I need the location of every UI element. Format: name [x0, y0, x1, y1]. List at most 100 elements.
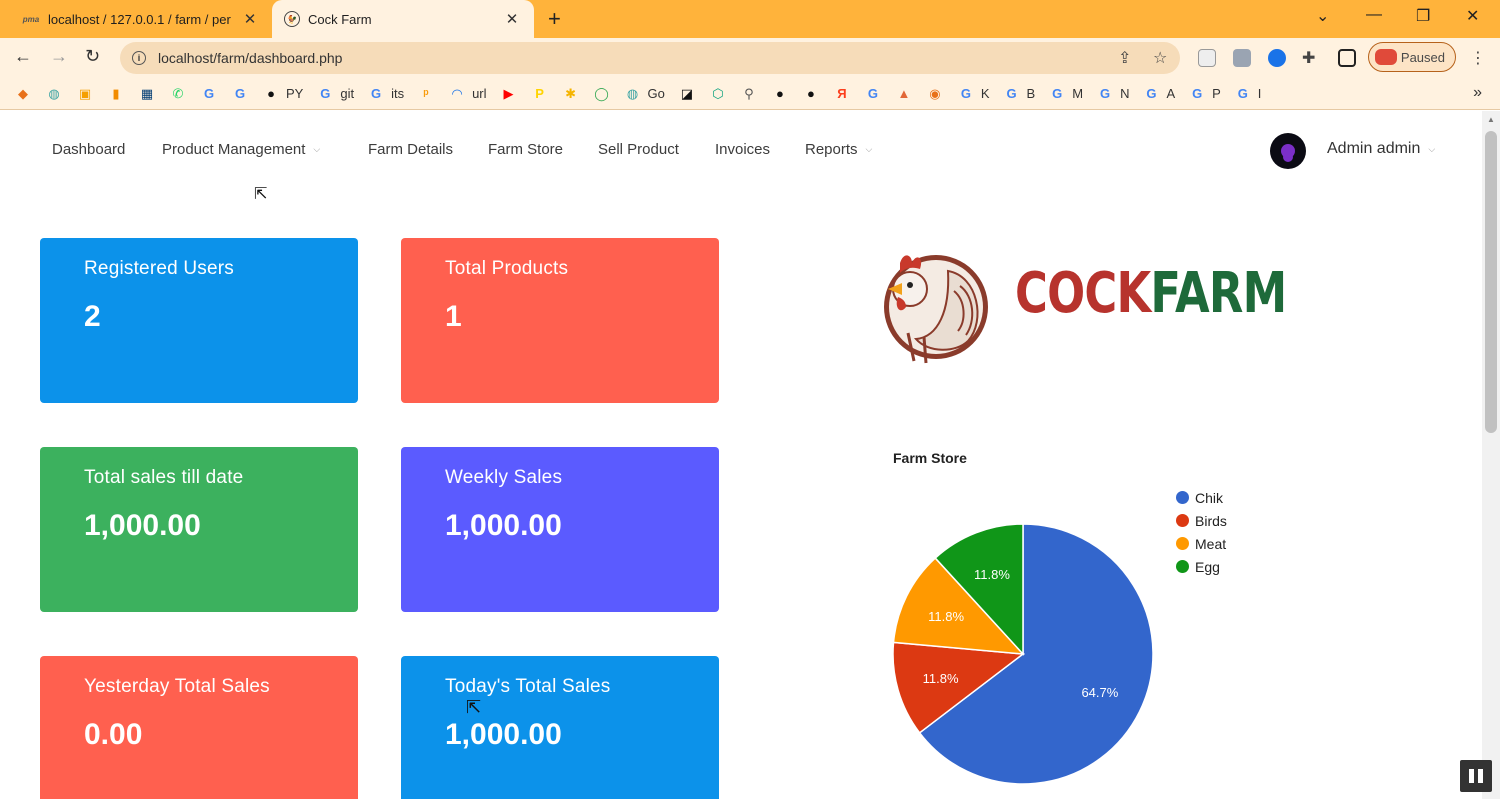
bookmark-item[interactable]: Gits	[367, 85, 404, 103]
stat-card-weekly-sales[interactable]: Weekly Sales 1,000.00	[401, 447, 719, 612]
legend-swatch	[1176, 491, 1189, 504]
image-extension-icon[interactable]	[1233, 49, 1251, 67]
stat-card-registered-users[interactable]: Registered Users 2	[40, 238, 358, 403]
bookmark-item[interactable]: ◠ url	[448, 85, 486, 103]
youtube-icon: ▶	[503, 85, 514, 101]
close-window-button[interactable]: ✕	[1466, 6, 1479, 26]
bookmark-item[interactable]: Ggit	[316, 85, 354, 103]
bookmark-item[interactable]: ●	[771, 85, 789, 103]
info-icon[interactable]: i	[132, 51, 146, 65]
nav-item-product-management[interactable]: Product Management ⌵	[162, 141, 320, 158]
bookmark-item[interactable]: GM	[1048, 85, 1083, 103]
nav-item-dashboard[interactable]: Dashboard	[52, 141, 125, 158]
nav-item-label: Sell Product	[598, 141, 679, 158]
panda-extension-icon[interactable]	[1198, 49, 1216, 67]
close-icon[interactable]: ✕	[502, 10, 522, 28]
minimize-button[interactable]: —	[1366, 6, 1382, 24]
bookmark-item[interactable]: ●	[802, 85, 820, 103]
profile-paused-button[interactable]: Paused	[1368, 42, 1456, 72]
nav-item-reports[interactable]: Reports ⌵	[805, 141, 872, 158]
url-field[interactable]: i localhost/farm/dashboard.php	[120, 42, 1180, 74]
bookmark-item[interactable]: P	[531, 85, 549, 103]
stat-card-total-products[interactable]: Total Products 1	[401, 238, 719, 403]
stat-card-value: 1,000.00	[445, 509, 562, 542]
bookmark-item[interactable]: ▲	[895, 85, 913, 103]
extensions-puzzle-icon[interactable]: ✚	[1302, 48, 1315, 68]
bookmark-item[interactable]: ⬡	[709, 85, 727, 103]
nav-item-label: Dashboard	[52, 141, 126, 158]
scroll-up-icon[interactable]: ▲	[1487, 115, 1495, 124]
pie-chart[interactable]: 64.7% 11.8% 11.8% 11.8%	[880, 396, 1170, 796]
chart-legend: Chik Birds Meat Egg	[1176, 486, 1227, 578]
stat-card-total-sales-till-date[interactable]: Total sales till date 1,000.00	[40, 447, 358, 612]
bookmark-item[interactable]: G	[864, 85, 882, 103]
bookmark-item[interactable]: ᵖ	[417, 85, 435, 103]
back-button[interactable]: ←	[14, 46, 32, 67]
b-extension-icon[interactable]	[1268, 49, 1286, 67]
pause-button[interactable]	[1460, 760, 1492, 792]
nav-item-invoices[interactable]: Invoices	[715, 141, 770, 158]
bookmarks-overflow-icon[interactable]: »	[1473, 84, 1482, 102]
legend-label: Meat	[1195, 535, 1227, 552]
bookmark-item[interactable]: ▶	[500, 85, 518, 103]
menu-kebab-icon[interactable]: ⋮	[1470, 48, 1486, 68]
nav-item-farm-store[interactable]: Farm Store	[488, 141, 563, 158]
nav-item-sell-product[interactable]: Sell Product	[598, 141, 679, 158]
nav-item-farm-details[interactable]: Farm Details	[368, 141, 453, 158]
scrollbar-thumb[interactable]	[1485, 131, 1497, 433]
ieee-icon: ▦	[140, 85, 154, 101]
bookmark-item[interactable]: ✱	[562, 85, 580, 103]
legend-item[interactable]: Meat	[1176, 532, 1227, 555]
reload-button[interactable]: ↻	[85, 46, 100, 67]
forward-button[interactable]: →	[50, 46, 68, 67]
bookmark-item[interactable]: ▮	[107, 85, 125, 103]
google-icon: G	[320, 86, 331, 101]
admin-name-label: Admin admin	[1327, 140, 1421, 157]
legend-item[interactable]: Egg	[1176, 555, 1227, 578]
legend-swatch	[1176, 514, 1189, 527]
avatar[interactable]	[1270, 133, 1306, 169]
tab-cock-farm[interactable]: 🐓 Cock Farm ✕	[272, 0, 534, 38]
bookmark-item[interactable]: ◍	[45, 85, 63, 103]
bookmark-item[interactable]: G	[200, 85, 218, 103]
bookmark-item[interactable]: ◍ Go	[624, 85, 665, 103]
bookmark-item[interactable]: GB	[1003, 85, 1035, 103]
bookmark-item[interactable]: ✆	[169, 85, 187, 103]
bookmark-label: Go	[647, 86, 665, 101]
chevron-down-icon: ⌵	[865, 144, 873, 154]
github-icon: ●	[267, 86, 275, 101]
bookmark-star-icon[interactable]: ☆	[1153, 48, 1167, 68]
bookmark-item[interactable]: GK	[957, 85, 990, 103]
browser-tab-bar: pma localhost / 127.0.0.1 / farm / per ✕…	[0, 0, 1500, 38]
vertical-scrollbar[interactable]: ▲	[1482, 111, 1500, 799]
nav-item-label: Product Management	[162, 141, 306, 158]
bookmark-item[interactable]: ▦	[138, 85, 156, 103]
bookmark-item[interactable]: ◪	[678, 85, 696, 103]
restore-button[interactable]: ❐	[1416, 6, 1430, 26]
bookmark-item[interactable]: ◆	[14, 85, 32, 103]
share-icon[interactable]: ⇪	[1118, 48, 1131, 68]
tab-search-icon[interactable]: ⌄	[1316, 6, 1329, 26]
bookmark-item[interactable]: ● PY	[262, 85, 303, 103]
side-panel-icon[interactable]	[1338, 49, 1356, 67]
admin-user-menu[interactable]: Admin admin ⌵	[1327, 140, 1435, 158]
bookmark-item[interactable]: GI	[1234, 85, 1262, 103]
legend-item[interactable]: Chik	[1176, 486, 1227, 509]
tab-phpmyadmin[interactable]: pma localhost / 127.0.0.1 / farm / per ✕	[10, 0, 272, 38]
close-icon[interactable]: ✕	[240, 10, 260, 28]
bookmark-item[interactable]: ◯	[593, 85, 611, 103]
bookmark-item[interactable]: GP	[1188, 85, 1221, 103]
bookmark-item[interactable]: ◉	[926, 85, 944, 103]
bookmark-item[interactable]: GA	[1142, 85, 1175, 103]
new-tab-button[interactable]: +	[548, 6, 561, 32]
bookmark-item[interactable]: ⚲	[740, 85, 758, 103]
legend-item[interactable]: Birds	[1176, 509, 1227, 532]
bookmark-label: N	[1120, 86, 1130, 101]
bookmark-item[interactable]: G	[231, 85, 249, 103]
bookmark-item[interactable]: ▣	[76, 85, 94, 103]
stat-card-yesterday-total-sales[interactable]: Yesterday Total Sales 0.00	[40, 656, 358, 799]
bookmark-item[interactable]: Я	[833, 85, 851, 103]
phpmyadmin-icon: pma	[22, 14, 40, 24]
bookmark-item[interactable]: GN	[1096, 85, 1129, 103]
stat-card-today-s-total-sales[interactable]: Today's Total Sales 1,000.00	[401, 656, 719, 799]
